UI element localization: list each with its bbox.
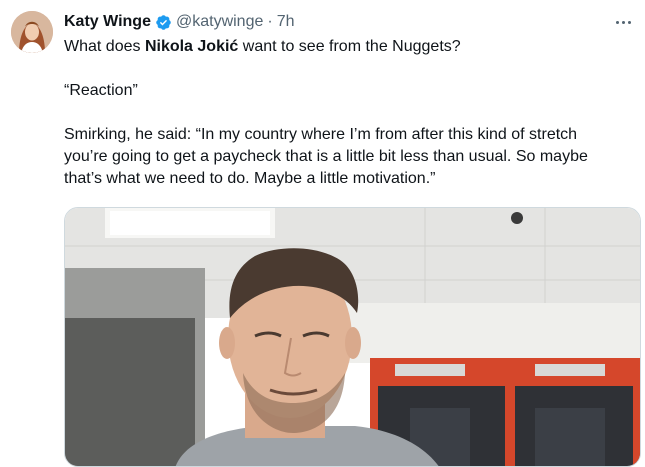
- tweet-media-video[interactable]: [64, 207, 641, 467]
- tweet-timestamp[interactable]: 7h: [277, 13, 295, 31]
- media-thumbnail: [65, 208, 640, 466]
- mention-nikola-jokic: Nikola Jokić: [144, 38, 239, 55]
- avatar-image: [11, 11, 53, 53]
- tweet-line-2: “Reaction”: [64, 82, 138, 99]
- separator-dot: ·: [267, 13, 273, 30]
- tweet-line-3: Smirking, he said: “In my country where …: [64, 126, 578, 143]
- author-avatar[interactable]: [11, 11, 53, 53]
- text-prefix: What does: [64, 38, 145, 55]
- tweet-line-4: you’re going to get a paycheck that is a…: [64, 148, 588, 165]
- author-name[interactable]: Katy Winge: [64, 13, 151, 31]
- tweet-text: What does Nikola Jokić want to see from …: [64, 36, 636, 190]
- tweet-header: Katy Winge @katywinge · 7h: [64, 11, 295, 33]
- tweet-line-1: What does Nikola Jokić want to see from …: [64, 36, 636, 58]
- more-options-icon[interactable]: [611, 12, 635, 32]
- author-handle[interactable]: @katywinge: [176, 13, 263, 31]
- text-suffix: want to see from the Nuggets?: [238, 38, 461, 55]
- verified-badge-icon[interactable]: [155, 14, 172, 31]
- tweet-line-5: that’s what we need to do. Maybe a littl…: [64, 170, 436, 187]
